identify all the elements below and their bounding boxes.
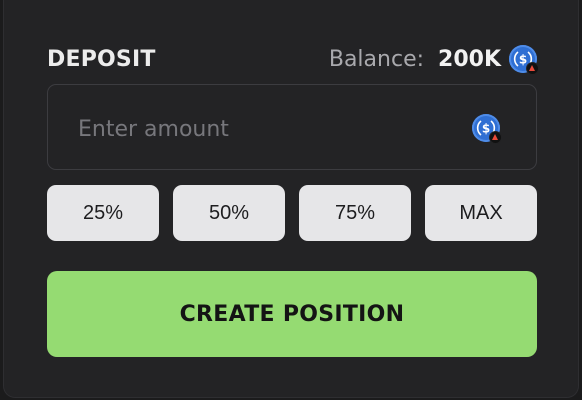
- amount-input[interactable]: [76, 109, 460, 149]
- balance-display: Balance: 200K $: [328, 45, 539, 75]
- deposit-header: DEPOSIT Balance: 200K $: [47, 42, 539, 76]
- max-button[interactable]: MAX: [425, 185, 537, 241]
- usdc-coin-icon[interactable]: $: [472, 114, 502, 144]
- balance-value: 200K: [438, 46, 501, 72]
- network-badge-icon: [489, 131, 502, 144]
- amount-input-box[interactable]: $: [47, 84, 537, 170]
- percent-50-button[interactable]: 50%: [173, 185, 285, 241]
- percent-button-row: 25% 50% 75% MAX: [47, 185, 537, 241]
- deposit-panel: DEPOSIT Balance: 200K $ $: [3, 0, 579, 398]
- balance-label: Balance:: [328, 46, 425, 72]
- usdc-coin-icon: $: [509, 45, 539, 75]
- percent-75-button[interactable]: 75%: [299, 185, 411, 241]
- percent-25-button[interactable]: 25%: [47, 185, 159, 241]
- create-position-button[interactable]: CREATE POSITION: [47, 271, 537, 357]
- deposit-title: DEPOSIT: [47, 46, 156, 72]
- network-badge-icon: [526, 62, 539, 75]
